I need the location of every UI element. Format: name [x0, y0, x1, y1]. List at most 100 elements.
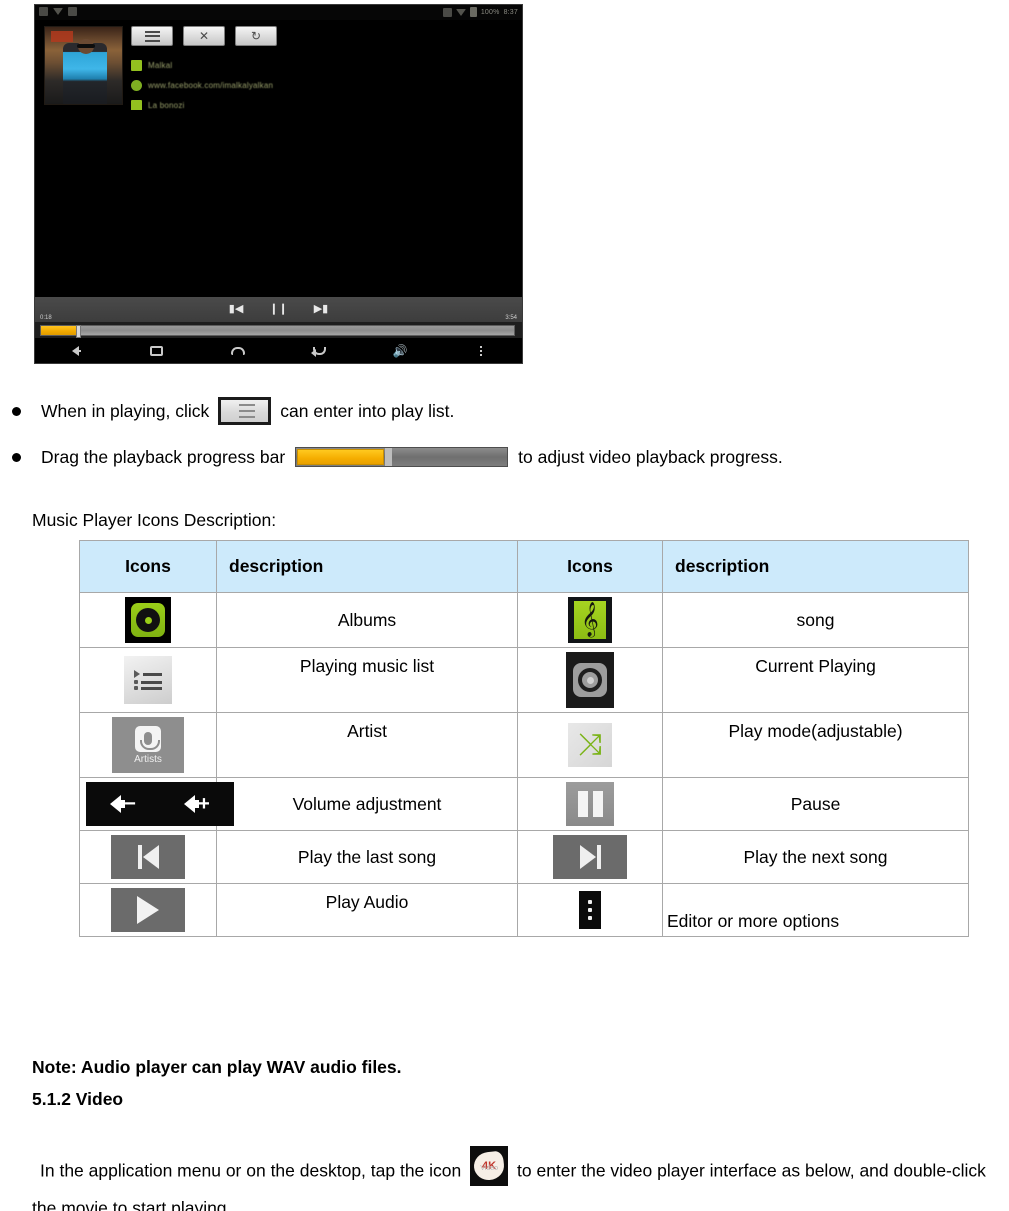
repeat-button[interactable]: ↻ [235, 26, 277, 46]
icon-cell [517, 830, 663, 884]
overflow-menu-icon[interactable] [441, 345, 522, 356]
table-row: Playing music list Current Playing [79, 647, 969, 713]
status-bar-right-icons: 100% 8:37 [442, 7, 518, 17]
icon-cell: ⤨ [517, 712, 663, 778]
4k-icon-label: Video [480, 1165, 499, 1172]
back-icon[interactable] [279, 346, 360, 357]
track-meta-row: Malkal [131, 55, 461, 75]
track-meta-text: Malkal [148, 60, 173, 70]
description-cell: Albums [216, 592, 518, 648]
status-bar-battery-percent: 100% [480, 8, 500, 16]
bullet-text-before: When in playing, click [41, 400, 210, 421]
seek-bar-fill [41, 325, 79, 335]
description-cell: Play Audio [216, 883, 518, 937]
wifi-icon [455, 8, 466, 16]
table-row: Albums 𝄞 song [79, 592, 969, 648]
repeat-icon: ↻ [250, 29, 262, 43]
bullet-text-after: can enter into play list. [280, 400, 455, 421]
document-page: 100% 8:37 ✕ ↻ Malkal www.facebook.com/im… [0, 0, 1009, 1211]
icon-cell: Artists [79, 712, 217, 778]
seek-bar[interactable] [40, 324, 515, 338]
player-info-panel: ✕ ↻ Malkal www.facebook.com/imalkalyalka… [35, 20, 522, 111]
android-status-bar: 100% 8:37 [35, 5, 522, 20]
progress-bar-handle [385, 448, 393, 466]
icon-cell: 𝄞 [517, 592, 663, 648]
icon-cell [517, 777, 663, 831]
track-meta-row: www.facebook.com/imalkalyalkan [131, 75, 461, 95]
playlist-toggle-button[interactable] [131, 26, 173, 46]
icon-cell: − + [79, 777, 234, 831]
progress-bar-fill [297, 449, 385, 465]
pause-icon [566, 782, 614, 826]
table-row: Play Audio Editor or more options [79, 883, 969, 937]
bullet-text-before: Drag the playback progress bar [41, 446, 286, 467]
icon-cell [517, 647, 663, 713]
music-player-icons-table: Icons description Icons description Albu… [79, 540, 969, 937]
previous-track-icon [111, 835, 185, 879]
shuffle-icon: ✕ [198, 29, 210, 43]
icon-cell [79, 883, 217, 937]
transport-controls: ▮◀ ❙❙ ▶▮ 0:18 3:54 [35, 297, 522, 322]
table-row: Artists Artist ⤨ Play mode(adjustable) [79, 712, 969, 778]
list-icon [144, 30, 160, 42]
track-meta-text: www.facebook.com/imalkalyalkan [148, 80, 274, 90]
list-icon [235, 404, 255, 418]
screenshot-icon [39, 7, 48, 16]
table-row: Play the last song Play the next song [79, 830, 969, 884]
bullet-item-progress: Drag the playback progress bar to adjust… [0, 434, 1009, 480]
playing-music-list-icon [124, 656, 172, 704]
recent-apps-icon[interactable] [116, 345, 197, 356]
column-header-icons-right: Icons [517, 540, 663, 593]
paragraph-text-before: In the application menu or on the deskto… [40, 1160, 462, 1181]
home-icon[interactable] [197, 346, 278, 355]
skip-next-icon[interactable]: ▶▮ [314, 304, 329, 315]
albums-icon [125, 597, 171, 643]
volume-adjustment-icon: − + [86, 782, 234, 826]
android-navigation-bar: 🔊 [35, 338, 522, 363]
column-header-description-left: description [216, 540, 518, 593]
more-options-icon [579, 891, 601, 929]
description-cell: Play the next song [662, 830, 969, 884]
video-surface[interactable] [35, 110, 522, 300]
description-cell: Play the last song [216, 830, 518, 884]
elapsed-time: 0:18 [40, 315, 52, 321]
description-cell: Play mode(adjustable) [662, 712, 969, 778]
description-cell: Pause [662, 777, 969, 831]
progress-bar-illustration [295, 447, 509, 467]
section-heading: 5.1.2 Video [32, 1089, 124, 1109]
bullet-point-icon [12, 406, 21, 416]
album-art [44, 26, 123, 105]
back-volume-icon[interactable] [35, 345, 116, 356]
volume-icon[interactable]: 🔊 [360, 344, 441, 358]
table-row: − + Volume adjustment Pause [79, 777, 969, 831]
playlist-button-illustration [218, 397, 272, 425]
track-meta-list: Malkal www.facebook.com/imalkalyalkan La… [131, 55, 461, 115]
seek-bar-handle[interactable] [75, 324, 81, 338]
bullet-point-icon [12, 452, 21, 462]
play-audio-icon [111, 888, 185, 932]
column-header-icons-left: Icons [79, 540, 217, 593]
bullet-list: When in playing, click can enter into pl… [0, 388, 1009, 480]
icon-cell [79, 592, 217, 648]
share-badge-icon [131, 59, 142, 71]
status-bar-clock: 8:37 [503, 8, 518, 16]
status-bar-left-icons [39, 7, 77, 16]
seek-bar-container [35, 322, 522, 338]
shuffle-button[interactable]: ✕ [183, 26, 225, 46]
tablet-screenshot: 100% 8:37 ✕ ↻ Malkal www.facebook.com/im… [34, 4, 523, 364]
battery-icon [469, 7, 477, 17]
body-paragraph: In the application menu or on the deskto… [32, 1146, 1009, 1211]
pause-icon[interactable]: ❙❙ [269, 304, 287, 315]
icon-cell [517, 883, 663, 937]
shield-icon [442, 7, 452, 17]
artists-icon-label: Artists [134, 753, 162, 765]
share-badge-icon [131, 99, 142, 111]
album-art-stripe [51, 31, 73, 42]
total-time: 3:54 [505, 315, 517, 321]
column-header-description-right: description [662, 540, 969, 593]
shuffle-play-mode-icon: ⤨ [568, 723, 612, 767]
player-control-row: ✕ ↻ [131, 26, 277, 46]
description-cell: song [662, 592, 969, 648]
track-meta-text: La bonozi [148, 100, 185, 110]
skip-previous-icon[interactable]: ▮◀ [229, 304, 244, 315]
